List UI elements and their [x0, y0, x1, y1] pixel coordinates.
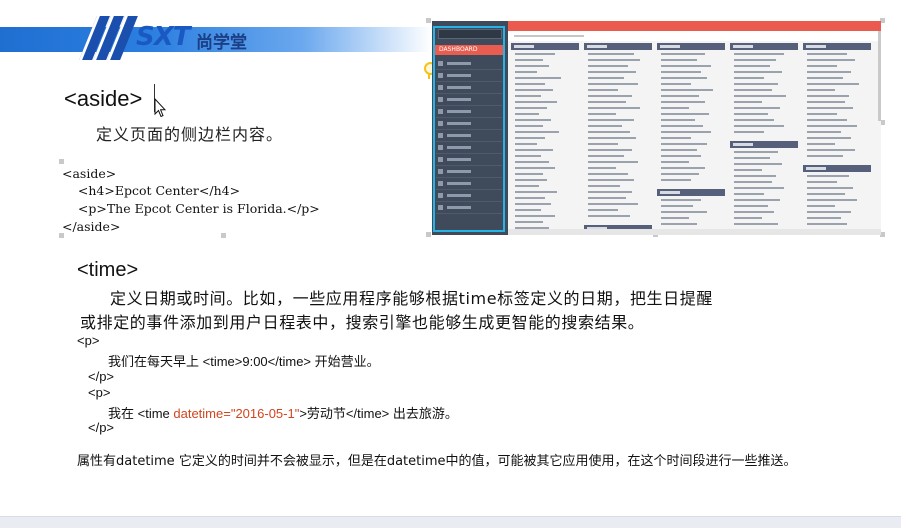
screenshot-column [657, 41, 725, 235]
code-line: <p>The Epcot Center is Florida.</p> [62, 201, 320, 216]
code-line: <aside> [62, 166, 117, 181]
active-menu-label: DASHBOARD [439, 46, 478, 53]
example1-open-tag: <p> [77, 333, 100, 348]
screenshot-toolbar [508, 31, 881, 41]
screenshot-column [730, 41, 798, 235]
slide: SXT 尚学堂 <aside> 定义页面的侧边栏内容。 <aside> <h4>… [0, 0, 901, 528]
screenshot-menu-item [436, 118, 502, 130]
screenshot-menu-item [436, 70, 502, 82]
aside-heading[interactable]: <aside> [64, 86, 142, 112]
screenshot-column [803, 41, 871, 235]
example1-text: 我们在每天早上 <time>9:00</time> 开始营业。 [108, 354, 380, 369]
resize-handle[interactable] [59, 159, 64, 164]
code-line: <h4>Epcot Center</h4> [62, 183, 241, 198]
screenshot-menu-item [436, 94, 502, 106]
footer-bar [0, 516, 901, 528]
screenshot-bottom-edge [508, 229, 881, 235]
resize-handle[interactable] [426, 232, 431, 237]
resize-handle[interactable] [221, 233, 226, 238]
example1-close-tag: </p> [88, 369, 115, 384]
time-description-line: 定义日期或时间。比如，一些应用程序能够根据time标签定义的日期，把生日提醒 [110, 289, 713, 308]
time-heading[interactable]: <time> [77, 259, 138, 282]
screenshot-active-menu: DASHBOARD [435, 45, 503, 55]
example2-open-tag: <p> [88, 385, 111, 400]
example2-text: 我在 <time datetime="2016-05-1">劳动节</time>… [108, 406, 458, 421]
datetime-attribute: datetime="2016-05-1" [173, 406, 300, 421]
screenshot-menu-item [436, 154, 502, 166]
screenshot-menu-item [436, 178, 502, 190]
code-line: </aside> [62, 219, 121, 234]
screenshot-menu-item [436, 130, 502, 142]
datetime-note[interactable]: 属性有datetime 它定义的时间并不会被显示，但是在datetime中的值，… [77, 453, 817, 471]
screenshot-top-banner [508, 21, 881, 31]
screenshot-search-box [438, 29, 502, 39]
logo-sxt-text: SXT [136, 22, 191, 52]
mouse-pointer-icon [154, 98, 166, 118]
logo-cn-text: 尚学堂 [196, 33, 247, 53]
example2-close-tag: </p> [88, 420, 115, 435]
time-description-line: 或排定的事件添加到用户日程表中，搜索引擎也能够生成更智能的搜索结果。 [80, 313, 645, 332]
time-section-area [0, 242, 901, 516]
screenshot-column [511, 41, 579, 235]
screenshot-menu-item [436, 190, 502, 202]
aside-description[interactable]: 定义页面的侧边栏内容。 [96, 121, 283, 145]
screenshot-menu-item [436, 142, 502, 154]
embedded-screenshot[interactable]: DASHBOARD [432, 21, 881, 235]
screenshot-column [584, 41, 652, 235]
resize-handle[interactable] [426, 18, 431, 23]
screenshot-scrollbar [878, 31, 881, 121]
aside-code-block[interactable]: <aside> <h4>Epcot Center</h4> <p>The Epc… [59, 159, 390, 238]
rotate-handle-stem [428, 73, 430, 79]
time-description[interactable]: 定义日期或时间。比如，一些应用程序能够根据time标签定义的日期，把生日提醒 或… [80, 287, 810, 335]
screenshot-menu-item [436, 106, 502, 118]
screenshot-menu-item [436, 166, 502, 178]
screenshot-sidebar: DASHBOARD [432, 21, 508, 235]
screenshot-menu-item [436, 58, 502, 70]
screenshot-menu-item [436, 202, 502, 214]
screenshot-menu-item [436, 82, 502, 94]
brand-logo: SXT 尚学堂 [79, 12, 254, 62]
